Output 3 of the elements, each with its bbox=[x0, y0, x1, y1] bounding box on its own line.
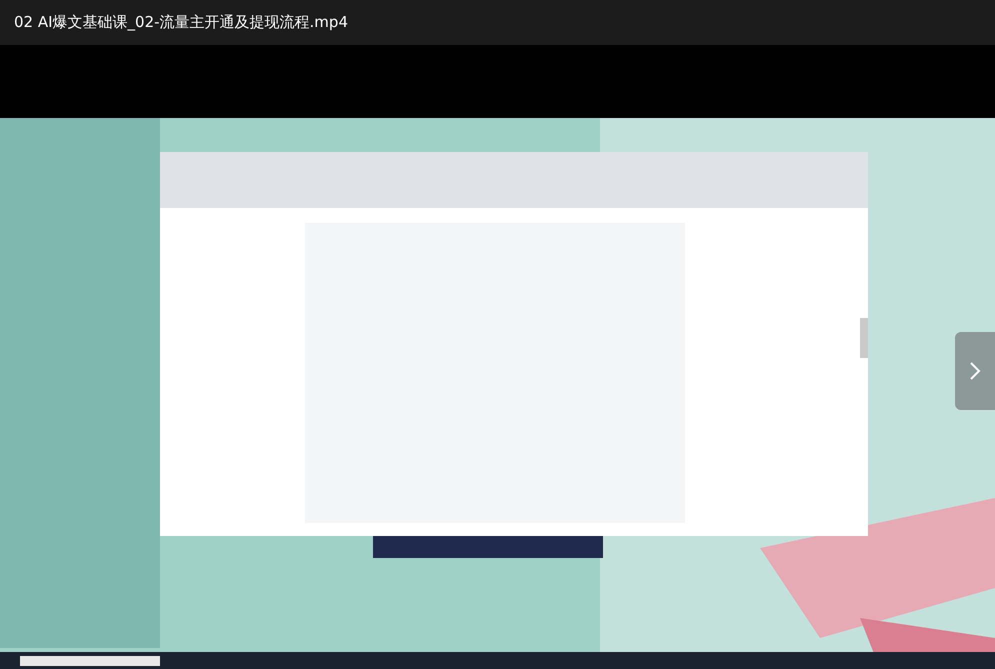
chevron-right-icon bbox=[969, 361, 981, 381]
video-title: 02 AI爆文基础课_02-流量主开通及提现流程.mp4 bbox=[14, 13, 348, 32]
next-button[interactable] bbox=[955, 332, 995, 410]
